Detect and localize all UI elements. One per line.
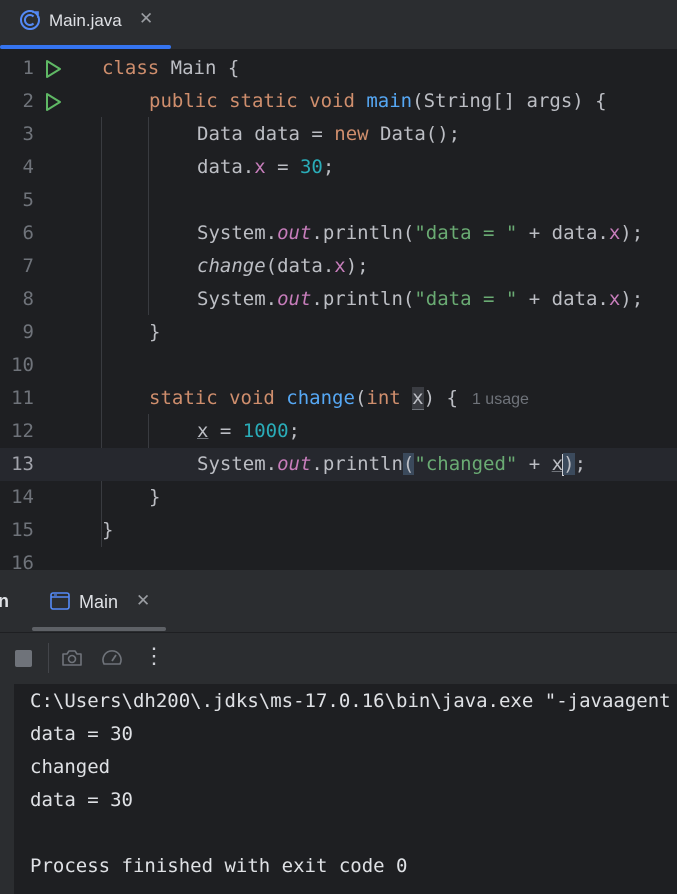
code-line-16[interactable]: 16 (0, 547, 677, 570)
run-tool-window: n Main ✕ ⋮ C:\Users\dh200\.jdks\ms-17.0. (0, 570, 677, 894)
code-line-13[interactable]: 13 System.out.println("changed" + x); (0, 448, 677, 481)
tab-run-main[interactable]: Main ✕ (32, 570, 166, 631)
run-tab-bar: n Main ✕ (0, 570, 677, 631)
code-text: } (149, 486, 161, 508)
tab-label: Main (79, 592, 119, 612)
close-icon[interactable]: ✕ (136, 591, 150, 611)
line-number: 7 (22, 255, 34, 277)
code-text: class Main { (102, 57, 240, 79)
more-options-icon[interactable]: ⋮ (142, 643, 166, 668)
code-text: System.out.println("changed" + x); (197, 453, 587, 476)
code-text: System.out.println("data = " + data.x); (197, 288, 644, 310)
code-line-12[interactable]: 12 x = 1000; (0, 415, 677, 448)
code-line-1[interactable]: 1 class Main { (0, 52, 677, 85)
code-text: static void change(int x) {1 usage (149, 387, 529, 410)
code-line-11[interactable]: 11 static void change(int x) {1 usage (0, 382, 677, 415)
line-number: 13 (11, 453, 34, 475)
line-number: 4 (22, 156, 34, 178)
line-number: 2 (22, 90, 34, 112)
code-line-15[interactable]: 15 } (0, 514, 677, 547)
code-line-8[interactable]: 8 System.out.println("data = " + data.x)… (0, 283, 677, 316)
code-text: data.x = 30; (197, 156, 335, 178)
run-gutter-icon[interactable] (43, 92, 63, 112)
code-line-14[interactable]: 14 } (0, 481, 677, 514)
code-editor[interactable]: 1 class Main { 2 public static void main… (0, 50, 677, 570)
code-line-7[interactable]: 7 change(data.x); (0, 250, 677, 283)
close-icon[interactable]: ✕ (139, 9, 153, 29)
line-number: 9 (22, 321, 34, 343)
console-command-line: C:\Users\dh200\.jdks\ms-17.0.16\bin\java… (30, 690, 671, 712)
code-text: public static void main(String[] args) { (149, 90, 607, 112)
code-line-6[interactable]: 6 System.out.println("data = " + data.x)… (0, 217, 677, 250)
profiler-gauge-icon[interactable] (100, 646, 124, 670)
editor-tab-bar: Main.java ✕ (0, 0, 677, 50)
console-exit-line: Process finished with exit code 0 (30, 855, 408, 877)
java-class-icon (20, 9, 41, 30)
code-line-3[interactable]: 3 Data data = new Data(); (0, 118, 677, 151)
toolbar-separator (48, 643, 49, 673)
tab-main-java[interactable]: Main.java ✕ (0, 0, 171, 49)
stop-icon[interactable] (12, 646, 36, 670)
console-line: data = 30 (30, 723, 133, 745)
line-number: 1 (22, 57, 34, 79)
line-number: 11 (11, 387, 34, 409)
usage-hint[interactable]: 1 usage (472, 391, 529, 408)
line-number: 8 (22, 288, 34, 310)
console-output[interactable]: C:\Users\dh200\.jdks\ms-17.0.16\bin\java… (14, 684, 677, 894)
line-number: 3 (22, 123, 34, 145)
run-panel-title: n (0, 591, 9, 611)
console-line: changed (30, 756, 111, 778)
code-line-5[interactable]: 5 (0, 184, 677, 217)
camera-icon[interactable] (60, 646, 84, 670)
line-number: 12 (11, 420, 34, 442)
code-text: x = 1000; (197, 420, 300, 442)
code-text: change(data.x); (197, 255, 369, 277)
code-line-4[interactable]: 4 data.x = 30; (0, 151, 677, 184)
line-number: 10 (11, 354, 34, 376)
code-text: } (102, 519, 114, 541)
code-text: } (149, 321, 161, 343)
console-window-icon (50, 592, 70, 610)
code-line-10[interactable]: 10 (0, 349, 677, 382)
console-line: data = 30 (30, 789, 133, 811)
code-line-9[interactable]: 9 } (0, 316, 677, 349)
line-number: 14 (11, 486, 34, 508)
line-number: 6 (22, 222, 34, 244)
code-line-2[interactable]: 2 public static void main(String[] args)… (0, 85, 677, 118)
code-text: Data data = new Data(); (197, 123, 461, 145)
run-toolbar: ⋮ (0, 632, 677, 685)
line-number: 15 (11, 519, 34, 541)
tab-label: Main.java (49, 11, 122, 30)
active-tab-indicator (0, 45, 171, 49)
line-number: 16 (11, 552, 34, 570)
code-text: System.out.println("data = " + data.x); (197, 222, 644, 244)
run-gutter-icon[interactable] (43, 59, 63, 79)
active-tab-indicator (32, 627, 166, 631)
line-number: 5 (22, 189, 34, 211)
